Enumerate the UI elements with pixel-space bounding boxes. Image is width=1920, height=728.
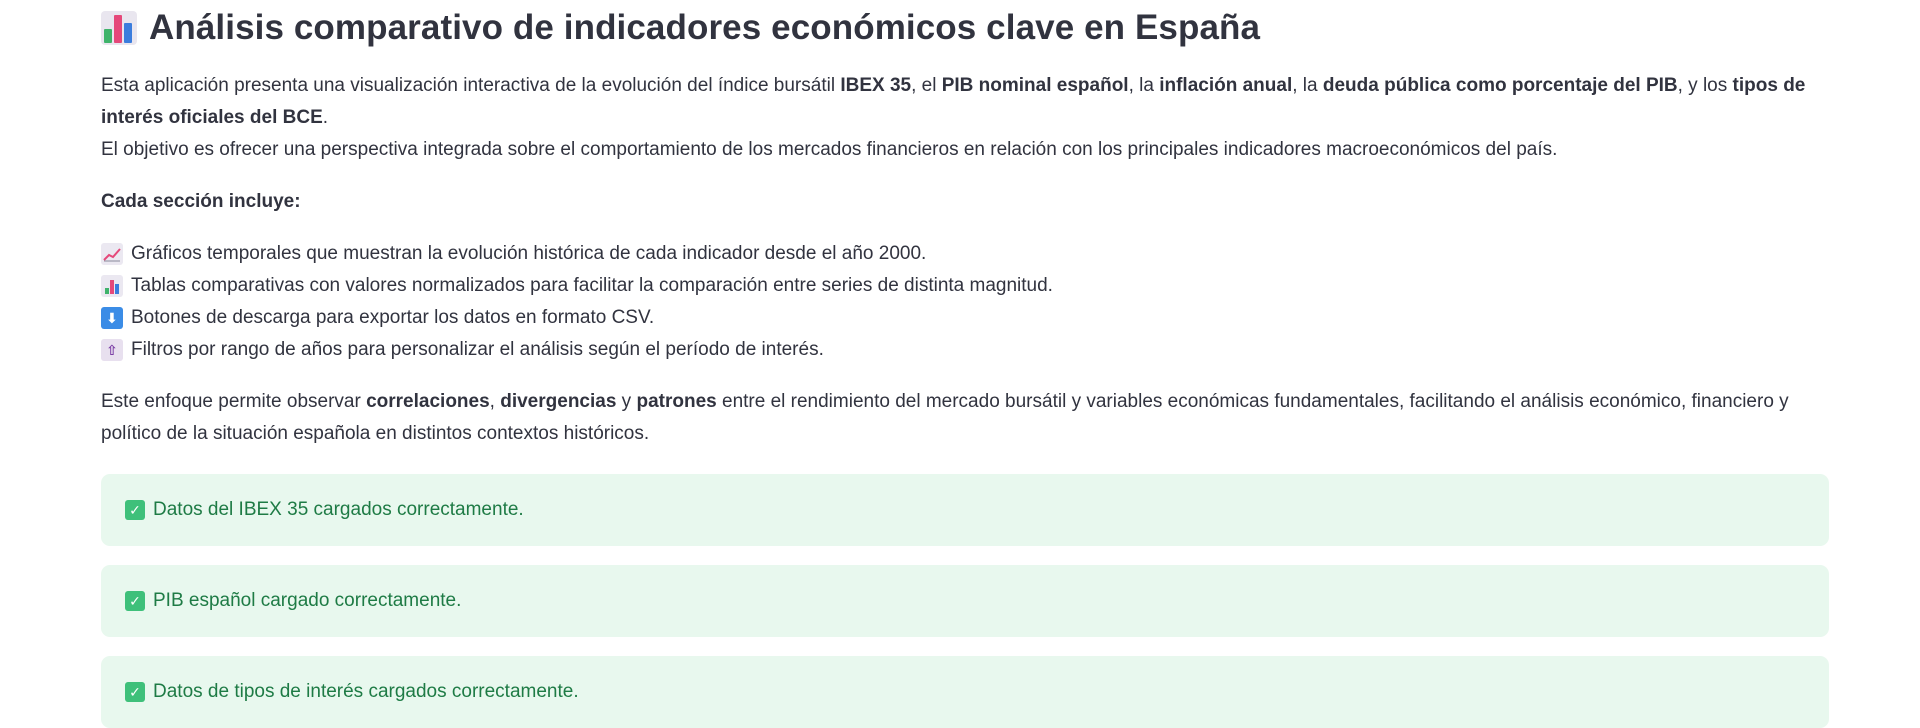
list-item: Gráficos temporales que muestran la evol… bbox=[101, 238, 1829, 270]
bar-chart-icon bbox=[101, 11, 137, 45]
feature-list: Gráficos temporales que muestran la evol… bbox=[101, 238, 1829, 366]
page-title: Análisis comparativo de indicadores econ… bbox=[101, 0, 1829, 50]
intro-text: . bbox=[322, 107, 329, 128]
page-title-text: Análisis comparativo de indicadores econ… bbox=[149, 8, 1261, 47]
bar-chart-icon bbox=[101, 275, 123, 297]
filter-icon: ⇧ bbox=[101, 339, 123, 361]
intro-text: , y los bbox=[1677, 75, 1733, 96]
check-mark-icon: ✓ bbox=[125, 682, 145, 702]
approach-text: y bbox=[616, 391, 637, 412]
check-mark-icon: ✓ bbox=[125, 500, 145, 520]
intro-bold-deuda: deuda pública como porcentaje del PIB bbox=[1322, 75, 1678, 96]
feature-text: Tablas comparativas con valores normaliz… bbox=[131, 275, 1053, 296]
app-page: Análisis comparativo de indicadores econ… bbox=[0, 0, 1920, 728]
chart-increasing-icon bbox=[101, 243, 123, 265]
intro-bold-inflacion: inflación anual bbox=[1159, 75, 1293, 96]
approach-bold-patrones: patrones bbox=[636, 391, 717, 412]
intro-text: Esta aplicación presenta una visualizaci… bbox=[101, 75, 841, 96]
list-item: Tablas comparativas con valores normaliz… bbox=[101, 270, 1829, 302]
main-content: Análisis comparativo de indicadores econ… bbox=[101, 0, 1829, 728]
approach-text: , bbox=[489, 391, 501, 412]
intro-bold-pib: PIB nominal español bbox=[941, 75, 1129, 96]
alert-text: Datos del IBEX 35 cargados correctamente… bbox=[153, 499, 524, 520]
down-arrow-icon: ⬇ bbox=[101, 307, 123, 329]
sections-heading: Cada sección incluye: bbox=[101, 191, 301, 212]
success-alert-tipos: ✓ Datos de tipos de interés cargados cor… bbox=[101, 656, 1829, 728]
feature-text: Gráficos temporales que muestran la evol… bbox=[131, 243, 927, 264]
intro-paragraph: Esta aplicación presenta una visualizaci… bbox=[101, 70, 1829, 134]
list-item: ⇧ Filtros por rango de años para persona… bbox=[101, 334, 1829, 366]
objective-paragraph: El objetivo es ofrecer una perspectiva i… bbox=[101, 139, 1558, 160]
intro-text: , la bbox=[1292, 75, 1323, 96]
approach-bold-correlaciones: correlaciones bbox=[366, 391, 490, 412]
approach-text: Este enfoque permite observar bbox=[101, 391, 367, 412]
approach-paragraph: Este enfoque permite observar correlacio… bbox=[101, 386, 1829, 450]
intro-text: , el bbox=[911, 75, 942, 96]
alert-text: Datos de tipos de interés cargados corre… bbox=[153, 681, 579, 702]
intro-bold-ibex: IBEX 35 bbox=[840, 75, 912, 96]
check-mark-icon: ✓ bbox=[125, 591, 145, 611]
list-item: ⬇ Botones de descarga para exportar los … bbox=[101, 302, 1829, 334]
success-alert-ibex: ✓ Datos del IBEX 35 cargados correctamen… bbox=[101, 474, 1829, 546]
approach-bold-divergencias: divergencias bbox=[500, 391, 617, 412]
alert-text: PIB español cargado correctamente. bbox=[153, 590, 462, 611]
intro-text: , la bbox=[1128, 75, 1160, 96]
success-alert-pib: ✓ PIB español cargado correctamente. bbox=[101, 565, 1829, 637]
feature-text: Botones de descarga para exportar los da… bbox=[131, 307, 655, 328]
feature-text: Filtros por rango de años para personali… bbox=[131, 339, 824, 360]
